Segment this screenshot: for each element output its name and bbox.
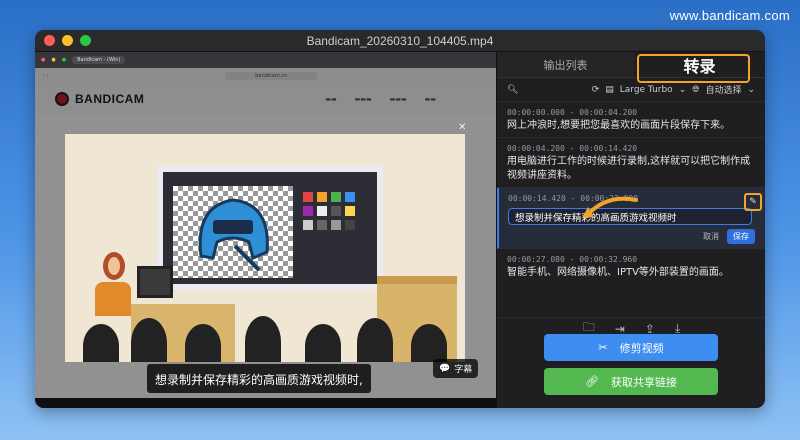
minimize-window-button[interactable] bbox=[62, 35, 73, 46]
segment-text: 网上冲浪时,想要把您最喜欢的画面片段保存下来。 bbox=[507, 120, 731, 131]
edit-icon[interactable]: ✎ bbox=[744, 193, 762, 211]
chevron-down-icon: ⌄ bbox=[747, 84, 755, 95]
helmet-icon bbox=[198, 198, 269, 272]
refresh-icon[interactable]: ⟳ bbox=[592, 85, 600, 95]
link-icon: 🔗︎ bbox=[585, 375, 599, 388]
tab-transcription-label: 转录 bbox=[683, 56, 716, 76]
player-window: Bandicam_20260310_104405.mp4 ● ● ● Bandica… bbox=[35, 30, 765, 408]
model-select[interactable]: Large Turbo bbox=[620, 85, 673, 95]
segment-row[interactable]: 00:00:00.000 - 00:00:04.200 网上冲浪时,想要把您最喜… bbox=[497, 102, 765, 138]
segment-time: 00:00:00.000 - 00:00:04.200 bbox=[507, 108, 638, 117]
segment-text: 用电脑进行工作的时候进行录制,这样就可以把它制作成视频讲座资料。 bbox=[507, 156, 751, 181]
edit-actions: 取消 保存 bbox=[508, 229, 755, 244]
scissors-icon: ✂ bbox=[598, 341, 608, 354]
editor-canvas bbox=[173, 186, 293, 278]
watermark-text: www.bandicam.com bbox=[669, 8, 790, 23]
search-icon[interactable]: 🔍︎ bbox=[507, 85, 518, 95]
model-icon: ▤ bbox=[605, 84, 614, 95]
pointer-arrow-icon bbox=[582, 196, 638, 218]
tab-transcription[interactable]: 转录 bbox=[634, 52, 765, 83]
segment-row[interactable]: 00:00:27.080 - 00:00:32.960 智能手机、网络摄像机、I… bbox=[497, 249, 765, 284]
segment-time: 00:00:04.200 - 00:00:14.420 bbox=[507, 144, 638, 153]
segment-text: 智能手机、网络摄像机、IPTV等外部装置的画面。 bbox=[507, 267, 729, 278]
chevron-down-icon: ⌄ bbox=[678, 84, 687, 95]
illustration-video bbox=[65, 134, 465, 362]
video-frame[interactable]: ● ● ● Bandicam - (Win) ‹ › bandicam.cn BAN… bbox=[35, 52, 496, 408]
close-icon[interactable]: ✕ bbox=[458, 122, 466, 133]
share-link-button[interactable]: 🔗︎ 获取共享链接 bbox=[544, 368, 718, 395]
title-bar: Bandicam_20260310_104405.mp4 bbox=[35, 30, 765, 52]
globe-icon: 🌐︎ bbox=[692, 84, 700, 95]
subtitle-toggle-button[interactable]: 💬 字幕 bbox=[433, 359, 479, 378]
traffic-lights bbox=[35, 35, 91, 46]
tab-output-list[interactable]: 输出列表 bbox=[497, 52, 634, 77]
close-window-button[interactable] bbox=[44, 35, 55, 46]
browser-tab: Bandicam - (Win) bbox=[72, 56, 126, 64]
browser-tab-bar: ● ● ● Bandicam - (Win) bbox=[35, 52, 496, 68]
presenter-head bbox=[103, 252, 125, 280]
subtitle-overlay: 想录制并保存精彩的高画质游戏视频时, bbox=[147, 364, 371, 393]
trim-video-label: 修剪视频 bbox=[619, 341, 664, 355]
language-select[interactable]: 自动选择 bbox=[705, 83, 741, 96]
color-swatches bbox=[303, 192, 359, 230]
presentation-screen bbox=[157, 166, 383, 290]
segment-time: 00:00:27.080 - 00:00:32.960 bbox=[507, 255, 638, 264]
cancel-button[interactable]: 取消 bbox=[703, 231, 719, 242]
panel-tabs: 输出列表 转录 bbox=[497, 52, 765, 83]
subtitle-toggle-label: 字幕 bbox=[454, 365, 473, 375]
share-link-label: 获取共享链接 bbox=[610, 375, 677, 389]
save-button[interactable]: 保存 bbox=[727, 229, 755, 244]
transcription-panel: 输出列表 转录 🔍︎ ⟳ ▤ Large Turbo ⌄ 🌐︎ 自动选择 ⌄ 0… bbox=[496, 52, 765, 408]
segment-row[interactable]: 00:00:04.200 - 00:00:14.420 用电脑进行工作的时候进行… bbox=[497, 138, 765, 188]
trim-video-button[interactable]: ✂ 修剪视频 bbox=[544, 334, 718, 361]
caption-icon: 💬 bbox=[439, 363, 451, 374]
subtitle-text: 想录制并保存精彩的高画质游戏视频时, bbox=[155, 373, 363, 387]
audience bbox=[65, 292, 465, 362]
zoom-window-button[interactable] bbox=[80, 35, 91, 46]
window-title: Bandicam_20260310_104405.mp4 bbox=[306, 34, 494, 48]
